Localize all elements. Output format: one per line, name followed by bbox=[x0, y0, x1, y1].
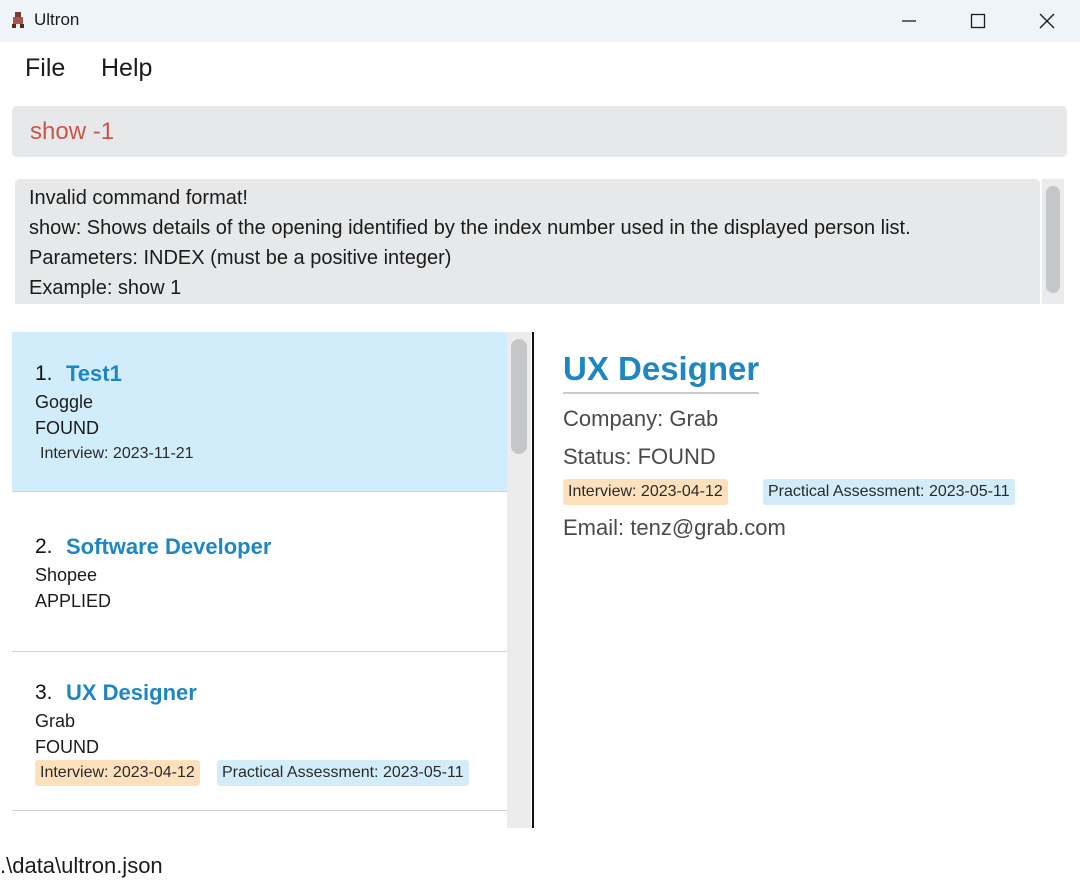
card-company: Goggle bbox=[35, 392, 94, 412]
card-tag-practical: Practical Assessment: 2023-05-11 bbox=[217, 760, 469, 786]
list-scrollbar-thumb[interactable] bbox=[511, 339, 527, 454]
detail-status: Status: FOUND bbox=[563, 444, 716, 469]
result-display[interactable]: Invalid command format! show: Shows deta… bbox=[15, 179, 1040, 304]
title-bar: Ultron bbox=[0, 0, 1080, 42]
detail-title: UX Designer bbox=[563, 350, 760, 394]
maximize-icon bbox=[970, 13, 986, 29]
menu-help[interactable]: Help bbox=[101, 54, 152, 83]
card-title: UX Designer bbox=[66, 680, 197, 705]
card-index: 1. bbox=[35, 362, 53, 385]
panel-divider[interactable] bbox=[532, 332, 534, 828]
result-scrollbar-thumb[interactable] bbox=[1046, 186, 1060, 293]
card-tag-interview: Interview: 2023-04-12 bbox=[35, 760, 200, 786]
command-input-value: show -1 bbox=[30, 118, 115, 145]
card-company: Grab bbox=[35, 711, 76, 731]
minimize-icon bbox=[902, 20, 916, 22]
result-line: Invalid command format! bbox=[29, 187, 248, 209]
card-tag-interview: Interview: 2023-11-21 bbox=[40, 445, 194, 462]
menu-file[interactable]: File bbox=[25, 54, 65, 83]
detail-tag-practical: Practical Assessment: 2023-05-11 bbox=[763, 479, 1015, 505]
card-index: 2. bbox=[35, 535, 53, 558]
result-line: Parameters: INDEX (must be a positive in… bbox=[29, 247, 452, 269]
opening-card-2[interactable]: 2. Software Developer Shopee APPLIED bbox=[12, 492, 507, 652]
detail-email: Email: tenz@grab.com bbox=[563, 515, 786, 540]
close-button[interactable] bbox=[1012, 0, 1080, 42]
minimize-button[interactable] bbox=[874, 0, 944, 42]
opening-card-3[interactable]: 3. UX Designer Grab FOUND Interview: 202… bbox=[12, 652, 507, 811]
opening-card-1[interactable]: 1. Test1 Goggle FOUND Interview: 2023-11… bbox=[12, 332, 507, 492]
storage-file-path: .\data\ultron.json bbox=[0, 853, 163, 878]
card-status: FOUND bbox=[35, 418, 99, 438]
maximize-button[interactable] bbox=[943, 0, 1013, 42]
opening-list: 1. Test1 Goggle FOUND Interview: 2023-11… bbox=[12, 332, 507, 828]
window-title: Ultron bbox=[34, 10, 80, 29]
card-status: APPLIED bbox=[35, 591, 112, 611]
result-line: show: Shows details of the opening ident… bbox=[29, 217, 911, 239]
card-title: Test1 bbox=[66, 361, 122, 386]
result-line: Example: show 1 bbox=[29, 277, 182, 299]
card-company: Shopee bbox=[35, 565, 98, 585]
ultron-app-icon bbox=[12, 12, 24, 28]
card-status: FOUND bbox=[35, 737, 99, 757]
detail-tag-interview: Interview: 2023-04-12 bbox=[563, 479, 728, 505]
command-input[interactable]: show -1 bbox=[12, 106, 1067, 157]
card-index: 3. bbox=[35, 681, 53, 704]
menu-bar: File Help bbox=[0, 42, 1080, 98]
card-title: Software Developer bbox=[66, 534, 272, 559]
detail-company: Company: Grab bbox=[563, 406, 719, 431]
close-icon bbox=[1039, 13, 1055, 29]
